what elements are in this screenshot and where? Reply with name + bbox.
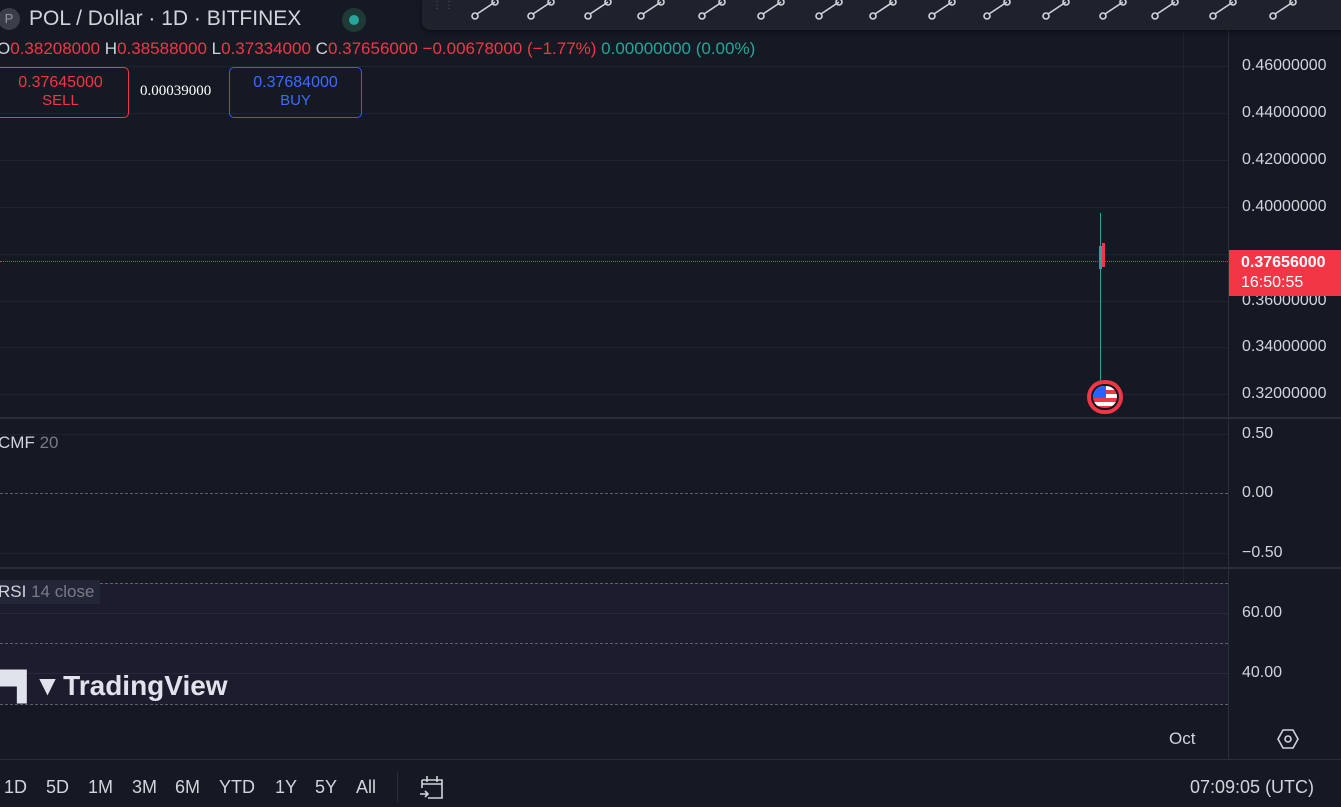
gridline (0, 254, 1228, 255)
bar-countdown: 16:50:55 (1241, 274, 1304, 291)
current-price: 0.37656000 (1241, 254, 1326, 271)
parallel-channel-tool-icon[interactable] (578, 0, 618, 24)
goto-date-icon[interactable] (416, 772, 446, 807)
pattern-tool-icon[interactable] (1263, 0, 1303, 24)
logo-text: TradingView (63, 670, 228, 701)
gridline (0, 160, 1228, 161)
rectangle-tool-icon[interactable] (809, 0, 849, 24)
sell-price: 0.37645000 (18, 74, 103, 91)
status-dot-icon (349, 15, 359, 25)
sell-button[interactable]: 0.37645000 SELL (0, 67, 129, 118)
gridline (0, 301, 1228, 302)
range-1d[interactable]: 1D (4, 777, 27, 798)
candle-body (1102, 243, 1105, 267)
ray-tool-icon[interactable] (631, 0, 671, 24)
pane-separator[interactable] (0, 417, 1341, 419)
change-value: −0.00678000 (−1.77%) (422, 39, 597, 58)
gridline (0, 207, 1228, 208)
price-tick: 0.40000000 (1242, 198, 1327, 215)
rsi-middle-band (0, 643, 1228, 644)
market-status-indicator[interactable] (342, 8, 366, 32)
range-5d[interactable]: 5D (46, 777, 69, 798)
ohlc-legend: O0.38208000 H0.38588000 L0.37334000 C0.3… (0, 39, 755, 59)
gridline (0, 394, 1228, 395)
price-axis-border (1228, 0, 1229, 760)
rsi-label: RSI (0, 582, 27, 601)
cmf-label: CMF (0, 433, 35, 452)
sell-label: SELL (42, 92, 79, 109)
rsi-tick: 60.00 (1242, 604, 1283, 621)
price-tick: 0.46000000 (1242, 57, 1327, 74)
circle-tool-icon[interactable] (922, 0, 962, 24)
candles-tool-icon[interactable] (692, 0, 732, 24)
price-tick: 0.44000000 (1242, 104, 1327, 121)
close-label: C (315, 39, 328, 58)
range-all[interactable]: All (356, 777, 376, 798)
cmf-legend[interactable]: CMF 20 (0, 433, 58, 453)
rsi-legend[interactable]: RSI 14 close (0, 580, 101, 604)
time-tick: Oct (1169, 729, 1196, 748)
info-line-tool-icon[interactable] (1145, 0, 1185, 24)
symbol-icon: P (0, 8, 20, 30)
gridline (0, 553, 1228, 554)
current-price-line (0, 261, 1228, 262)
close-value: 0.37656000 (327, 39, 418, 58)
high-value: 0.38588000 (117, 39, 207, 58)
gridline (0, 113, 1228, 114)
range-1y[interactable]: 1Y (275, 777, 297, 798)
rsi-upper-band (0, 583, 1228, 584)
current-price-label: 0.37656000 16:50:55 (1229, 250, 1341, 296)
price-tick: 0.34000000 (1242, 338, 1327, 355)
rsi-params: 14 close (31, 582, 95, 601)
spread-value: 0.00039000 (140, 83, 212, 99)
open-label: O (0, 39, 11, 58)
rsi-lower-band (0, 704, 1228, 705)
rsi-tick: 40.00 (1242, 664, 1283, 681)
price-tick: 0.42000000 (1242, 151, 1327, 168)
range-3m[interactable]: 3M (132, 777, 157, 798)
divider (397, 772, 398, 802)
drawing-toolbar: ⋮⋮ (422, 0, 1341, 30)
price-tick: 0.32000000 (1242, 385, 1327, 402)
pitchfork-tool-icon[interactable] (863, 0, 903, 24)
low-label: L (211, 39, 222, 58)
cmf-tick: 0.00 (1242, 484, 1274, 501)
range-1m[interactable]: 1M (88, 777, 113, 798)
fib-channel-tool-icon[interactable] (977, 0, 1017, 24)
gridline (0, 613, 1228, 614)
low-value: 0.37334000 (221, 39, 311, 58)
triangle-tool-icon[interactable] (1203, 0, 1243, 24)
buy-button[interactable]: 0.37684000 BUY (229, 67, 362, 118)
extended-line-tool-icon[interactable] (1036, 0, 1076, 24)
trend-line-tool-icon[interactable] (465, 0, 505, 24)
buy-price: 0.37684000 (253, 74, 338, 91)
cmf-tick: −0.50 (1242, 544, 1283, 561)
tv-logo-icon: ▀▌▼ (0, 670, 64, 701)
bottom-bar-border (0, 759, 1341, 760)
horizontal-line-tool-icon[interactable] (521, 0, 561, 24)
high-label: H (104, 39, 118, 58)
cmf-param: 20 (39, 433, 59, 452)
range-6m[interactable]: 6M (175, 777, 200, 798)
buy-label: BUY (280, 92, 311, 109)
gridline (0, 66, 1228, 67)
range-ytd[interactable]: YTD (219, 777, 255, 798)
open-value: 0.38208000 (10, 39, 101, 58)
gridline (0, 347, 1228, 348)
pane-separator[interactable] (0, 567, 1341, 569)
us-flag-event-icon[interactable] (1087, 380, 1123, 414)
range-5y[interactable]: 5Y (315, 777, 337, 798)
tradingview-logo[interactable]: ▀▌▼ TradingView (0, 670, 228, 702)
vertical-line-tool-icon[interactable] (751, 0, 791, 24)
gridline (0, 434, 1228, 435)
utc-clock[interactable]: 07:09:05 (UTC) (1190, 777, 1314, 798)
anchor-line-tool-icon[interactable] (1093, 0, 1133, 24)
volume-value: 0.00000000 (0.00%) (601, 39, 756, 58)
symbol-title[interactable]: POL / Dollar · 1D · BITFINEX (29, 7, 301, 31)
settings-gear-icon[interactable] (1276, 727, 1300, 756)
cmf-tick: 0.50 (1242, 425, 1274, 442)
cmf-zero-line (0, 493, 1228, 494)
drag-handle-icon[interactable]: ⋮⋮ (432, 0, 456, 11)
